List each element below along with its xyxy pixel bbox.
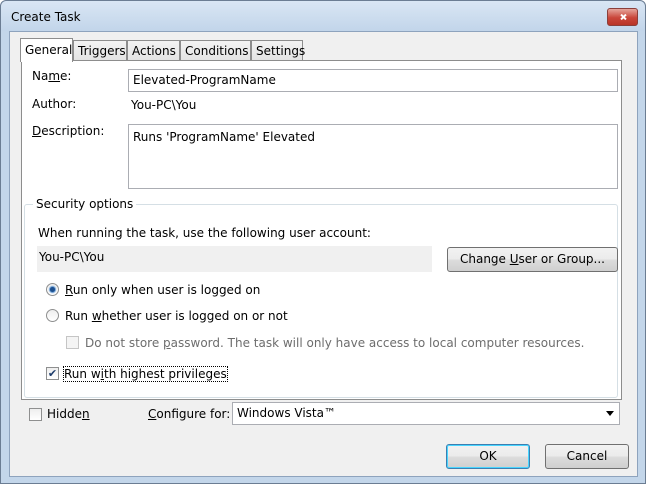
tab-conditions[interactable]: Conditions: [180, 40, 251, 61]
name-input[interactable]: Elevated-ProgramName: [128, 69, 618, 92]
configure-for-value: Windows Vista™: [237, 406, 336, 420]
name-label: Name:: [32, 69, 72, 83]
ok-button[interactable]: OK: [446, 444, 530, 469]
general-tab-panel: Name: Elevated-ProgramName Author: You-P…: [21, 60, 622, 400]
window-title: Create Task: [11, 10, 81, 24]
hidden-label[interactable]: Hidden: [47, 407, 90, 421]
hidden-checkbox[interactable]: [29, 408, 42, 421]
tab-settings-label: Settings: [256, 44, 306, 58]
run-whether-logged-on-radio[interactable]: [46, 309, 59, 322]
account-prompt: When running the task, use the following…: [38, 226, 371, 240]
author-label: Author:: [32, 97, 77, 111]
description-input[interactable]: Runs 'ProgramName' Elevated: [128, 124, 618, 189]
tab-settings[interactable]: Settings: [251, 40, 306, 61]
checkmark-icon: ✔: [47, 367, 58, 380]
change-user-or-group-button[interactable]: Change User or Group...: [447, 247, 618, 272]
chevron-down-icon[interactable]: [606, 411, 614, 416]
tab-conditions-label: Conditions: [185, 44, 249, 58]
do-not-store-password-checkbox[interactable]: [66, 336, 79, 349]
do-not-store-password-label: Do not store password. The task will onl…: [85, 336, 585, 350]
dialog-client-area: General Triggers Actions Conditions Sett…: [9, 31, 638, 477]
create-task-window: Create Task General Triggers Actions Con…: [0, 0, 646, 484]
security-options-title: Security options: [33, 197, 137, 211]
run-whether-logged-on-label[interactable]: Run whether user is logged on or not: [65, 309, 288, 323]
run-highest-privileges-label[interactable]: Run with highest privileges: [63, 366, 228, 382]
run-only-logged-on-radio[interactable]: [46, 283, 59, 296]
tab-general-label: General: [25, 43, 73, 57]
tab-actions[interactable]: Actions: [127, 40, 180, 61]
tab-general[interactable]: General: [20, 38, 73, 62]
run-only-logged-on-label[interactable]: Run only when user is logged on: [65, 283, 260, 297]
close-button[interactable]: [607, 8, 638, 26]
tab-triggers-label: Triggers: [78, 44, 126, 58]
run-highest-privileges-checkbox[interactable]: ✔: [46, 367, 59, 380]
configure-for-select[interactable]: Windows Vista™: [232, 402, 620, 425]
tab-actions-label: Actions: [132, 44, 176, 58]
user-account-display: You-PC\You: [37, 246, 432, 272]
tab-triggers[interactable]: Triggers: [73, 40, 127, 61]
title-bar[interactable]: Create Task: [1, 1, 645, 31]
author-value: You-PC\You: [131, 98, 197, 112]
cancel-button[interactable]: Cancel: [545, 444, 629, 469]
configure-for-label: Configure for:: [148, 407, 231, 421]
description-label: Description:: [32, 124, 105, 138]
